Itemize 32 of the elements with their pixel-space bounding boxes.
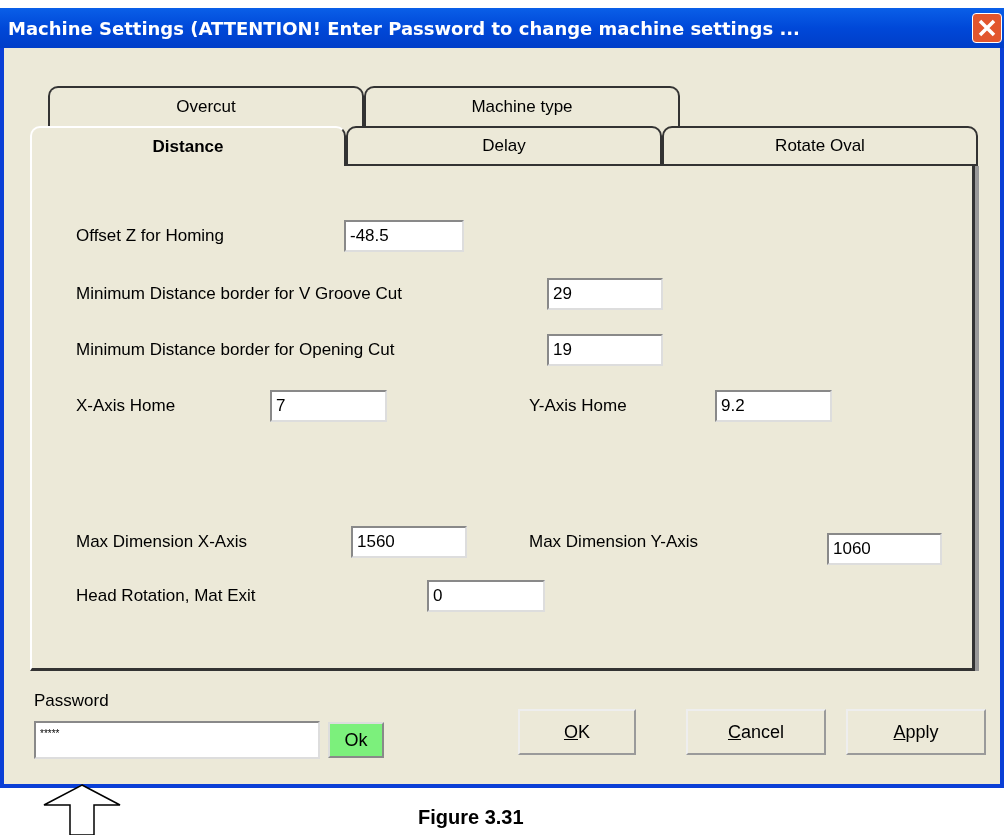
- input-field[interactable]: 0: [427, 580, 545, 612]
- tab[interactable]: Distance: [30, 126, 346, 166]
- field-label: Minimum Distance border for V Groove Cut: [76, 284, 403, 304]
- field-label: Offset Z for Homing: [76, 226, 225, 246]
- field-label: X-Axis Home: [76, 396, 177, 416]
- dialog-button[interactable]: Apply: [846, 709, 986, 755]
- password-label: Password: [34, 691, 110, 711]
- field-label: Y-Axis Home: [529, 396, 628, 416]
- input-field[interactable]: 1060: [827, 533, 942, 565]
- input-field[interactable]: -48.5: [344, 220, 464, 252]
- input-field[interactable]: 9.2: [715, 390, 832, 422]
- input-field[interactable]: 7: [270, 390, 387, 422]
- dialog-button[interactable]: Cancel: [686, 709, 826, 755]
- input-field[interactable]: 29: [547, 278, 663, 310]
- tab[interactable]: Overcut: [48, 86, 364, 126]
- field-label: Minimum Distance border for Opening Cut: [76, 340, 396, 360]
- tab[interactable]: Machine type: [364, 86, 680, 126]
- figure-caption: Figure 3.31: [418, 806, 524, 829]
- tab[interactable]: Rotate Oval: [662, 126, 978, 166]
- field-label: Max Dimension Y-Axis: [529, 532, 700, 552]
- password-field[interactable]: *****: [34, 721, 320, 759]
- close-icon: [976, 17, 998, 39]
- field-label: Head Rotation, Mat Exit: [76, 586, 257, 606]
- input-field[interactable]: 1560: [351, 526, 467, 558]
- up-arrow-icon: [42, 783, 122, 835]
- input-field[interactable]: 19: [547, 334, 663, 366]
- ok-button[interactable]: Ok: [328, 722, 384, 758]
- tab[interactable]: Delay: [346, 126, 662, 166]
- window-title: Machine Settings (ATTENTION! Enter Password to change machine settings ...: [8, 17, 800, 39]
- field-label: Max Dimension X-Axis: [76, 532, 248, 552]
- dialog-button[interactable]: OK: [518, 709, 636, 755]
- close-button[interactable]: [972, 13, 1002, 43]
